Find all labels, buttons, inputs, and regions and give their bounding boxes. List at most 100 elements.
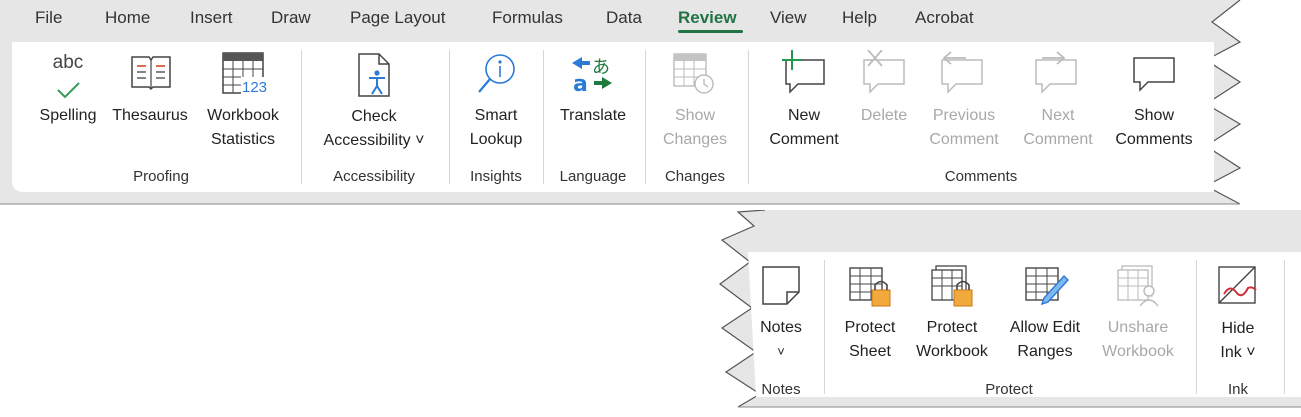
- allow-edit-ranges-button[interactable]: Allow Edit Ranges: [1000, 260, 1090, 372]
- group-divider: [748, 50, 749, 184]
- group-label-changes: Changes: [664, 168, 726, 185]
- notes-button[interactable]: Notes ˅: [750, 260, 812, 372]
- new-comment-icon: [782, 50, 825, 94]
- next-comment-label-1: Next: [1041, 107, 1075, 124]
- translate-label: Translate: [559, 107, 627, 124]
- tab-file[interactable]: File: [35, 8, 62, 28]
- tab-formulas[interactable]: Formulas: [492, 8, 563, 28]
- tab-acrobat[interactable]: Acrobat: [915, 8, 974, 28]
- tab-data[interactable]: Data: [606, 8, 642, 28]
- active-tab-underline: [678, 30, 743, 33]
- show-changes-label-2: Changes: [662, 131, 728, 148]
- next-comment-button: Next Comment: [1012, 50, 1104, 160]
- smart-lookup-button[interactable]: Smart Lookup: [458, 50, 534, 160]
- unshare-workbook-label-2: Workbook: [1102, 343, 1174, 360]
- tab-page-layout[interactable]: Page Layout: [350, 8, 445, 28]
- tab-insert[interactable]: Insert: [190, 8, 233, 28]
- tab-draw[interactable]: Draw: [271, 8, 311, 28]
- spelling-button[interactable]: abc Spelling: [32, 50, 104, 160]
- show-comments-label-2: Comments: [1115, 131, 1193, 148]
- accessibility-check-icon: [358, 53, 390, 97]
- next-comment-icon: [1035, 51, 1077, 94]
- group-label-proofing: Proofing: [133, 168, 189, 185]
- group-label-ink: Ink: [1227, 381, 1248, 398]
- hide-ink-label-1: Hide: [1221, 320, 1255, 337]
- allow-edit-ranges-label-2: Ranges: [1017, 343, 1073, 360]
- smart-lookup-label-1: Smart: [474, 107, 518, 124]
- delete-comment-label: Delete: [860, 107, 908, 124]
- show-changes-icon: [673, 53, 714, 94]
- svg-text:123: 123: [242, 79, 267, 96]
- workbook-statistics-icon: 123: [222, 52, 267, 96]
- new-comment-label-2: Comment: [769, 131, 839, 148]
- protect-workbook-button[interactable]: Protect Workbook: [906, 260, 998, 372]
- thesaurus-label: Thesaurus: [112, 107, 188, 124]
- next-comment-label-2: Comment: [1023, 131, 1093, 148]
- protect-sheet-label-1: Protect: [844, 319, 896, 336]
- protect-sheet-label-2: Sheet: [849, 343, 891, 360]
- show-comments-label-1: Show: [1133, 107, 1175, 124]
- spelling-icon: abc: [52, 52, 84, 73]
- protect-sheet-button[interactable]: Protect Sheet: [834, 260, 906, 372]
- translate-button[interactable]: a あ Translate: [550, 50, 636, 160]
- protect-workbook-label-1: Protect: [926, 319, 978, 336]
- group-divider: [449, 50, 450, 184]
- previous-comment-label-1: Previous: [932, 107, 996, 124]
- show-comments-button[interactable]: Show Comments: [1106, 50, 1202, 160]
- workbook-statistics-label-1: Workbook: [207, 107, 279, 124]
- notes-dropdown-chevron: ˅: [777, 344, 785, 359]
- group-divider: [824, 260, 825, 394]
- unshare-workbook-icon: [1117, 265, 1159, 307]
- check-accessibility-label-1: Check: [351, 108, 397, 125]
- show-changes-button: Show Changes: [652, 50, 738, 160]
- protect-workbook-icon: [931, 265, 973, 307]
- hide-ink-label-2: Ink ˅: [1220, 344, 1256, 361]
- check-accessibility-label-2: Accessibility ˅: [323, 132, 425, 149]
- allow-edit-ranges-label-1: Allow Edit: [1009, 319, 1081, 336]
- show-comments-icon: [1133, 57, 1175, 92]
- tab-review[interactable]: Review: [678, 8, 737, 28]
- delete-comment-icon: [863, 50, 905, 94]
- workbook-statistics-label-2: Statistics: [210, 131, 275, 148]
- delete-comment-button: Delete: [852, 50, 916, 160]
- new-comment-label-1: New: [787, 107, 820, 124]
- svg-text:a: a: [573, 72, 588, 95]
- previous-comment-label-2: Comment: [929, 131, 999, 148]
- book-icon: [131, 56, 171, 91]
- unshare-workbook-label-1: Unshare: [1107, 319, 1169, 336]
- spelling-label: Spelling: [39, 107, 97, 124]
- group-divider: [1284, 260, 1285, 394]
- smart-lookup-icon: [478, 54, 515, 93]
- group-divider: [301, 50, 302, 184]
- group-label-protect: Protect: [985, 381, 1033, 398]
- group-divider: [645, 50, 646, 184]
- group-label-comments: Comments: [944, 168, 1018, 185]
- workbook-statistics-button[interactable]: 123 Workbook Statistics: [196, 50, 290, 160]
- previous-comment-button: Previous Comment: [918, 50, 1010, 160]
- group-divider: [1196, 260, 1197, 394]
- tab-home[interactable]: Home: [105, 8, 150, 28]
- check-accessibility-button[interactable]: Check Accessibility ˅: [310, 50, 438, 162]
- group-divider: [543, 50, 544, 184]
- group-label-insights: Insights: [470, 168, 522, 185]
- group-label-language: Language: [559, 168, 627, 185]
- group-label-accessibility: Accessibility: [333, 168, 415, 185]
- thesaurus-button[interactable]: Thesaurus: [106, 50, 194, 160]
- show-changes-label-1: Show: [674, 107, 716, 124]
- hide-ink-icon: [1218, 266, 1257, 304]
- previous-comment-icon: [941, 51, 983, 94]
- smart-lookup-label-2: Lookup: [469, 131, 523, 148]
- allow-edit-ranges-icon: [1025, 267, 1069, 306]
- translate-icon: a あ: [572, 57, 612, 95]
- group-label-notes: Notes: [761, 381, 801, 398]
- notes-label: Notes: [760, 319, 802, 336]
- notes-icon: [762, 266, 800, 305]
- svg-text:あ: あ: [592, 57, 610, 78]
- protect-sheet-icon: [849, 267, 891, 307]
- protect-workbook-label-2: Workbook: [916, 343, 988, 360]
- tab-view[interactable]: View: [770, 8, 807, 28]
- new-comment-button[interactable]: New Comment: [756, 50, 852, 160]
- hide-ink-button[interactable]: Hide Ink ˅: [1206, 260, 1270, 372]
- unshare-workbook-button: Unshare Workbook: [1092, 260, 1184, 372]
- tab-help[interactable]: Help: [842, 8, 877, 28]
